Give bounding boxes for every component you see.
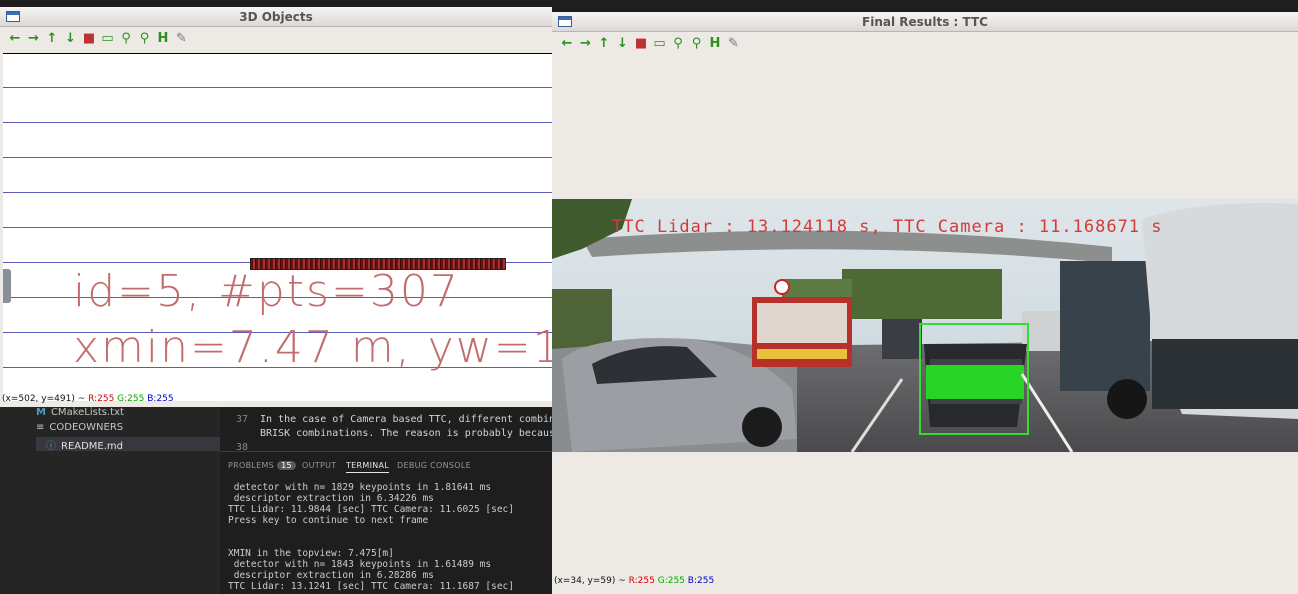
terminal-line: TTC Lidar: 11.9844 [sec] TTC Camera: 11.…: [228, 504, 514, 515]
object-xmin-label: xmin=7.47 m, yw=1.: [73, 322, 552, 373]
side-handle[interactable]: [3, 269, 11, 303]
terminal-output[interactable]: detector with n= 1829 keypoints in 1.816…: [228, 482, 514, 592]
arrow-right-icon[interactable]: →: [579, 37, 593, 51]
topview-plot[interactable]: id=5, #pts=307 xmin=7.47 m, yw=1.: [3, 53, 552, 401]
arrow-down-icon[interactable]: ↓: [616, 37, 630, 51]
arrow-up-icon[interactable]: ↑: [597, 37, 611, 51]
info-icon: ⓘ: [46, 441, 56, 452]
file-codeowners[interactable]: ≡ CODEOWNERS: [36, 422, 123, 433]
terminal-line: TTC Lidar: 13.1241 [sec] TTC Camera: 11.…: [228, 581, 514, 592]
terminal-line: XMIN in the topview: 7.475[m]: [228, 548, 394, 559]
terminal-line: descriptor extraction in 6.34226 ms: [228, 493, 434, 504]
bottom-panel: PROBLEMS 15 OUTPUT TERMINAL DEBUG CONSOLE…: [220, 451, 552, 594]
tab-debug-console[interactable]: DEBUG CONSOLE: [397, 461, 471, 470]
save-image-icon[interactable]: ■: [82, 32, 96, 46]
file-cmakelists[interactable]: M CMakeLists.txt: [36, 407, 124, 418]
properties-icon[interactable]: ▭: [101, 32, 115, 46]
terminal-line: detector with n= 1843 keypoints in 1.614…: [228, 559, 492, 570]
zoom-in-icon[interactable]: ⚲: [119, 32, 133, 46]
file-name: CODEOWNERS: [49, 422, 124, 433]
object-id-label: id=5, #pts=307: [73, 266, 460, 317]
arrow-right-icon[interactable]: →: [27, 32, 41, 46]
file-name: README.md: [61, 441, 124, 452]
editor-line: BRISK combinations. The reason is probab…: [260, 428, 552, 439]
tab-terminal[interactable]: TERMINAL: [346, 461, 390, 473]
toolbar: ← → ↑ ↓ ■ ▭ ⚲ ⚲ H ✎: [552, 33, 1298, 57]
properties-icon[interactable]: ▭: [653, 37, 667, 51]
file-name: CMakeLists.txt: [50, 407, 124, 418]
text-file-icon: ≡: [36, 422, 45, 433]
settings-icon[interactable]: ✎: [727, 37, 741, 51]
grid-line: [3, 157, 552, 158]
ttc-overlay-text: TTC Lidar : 13.124118 s, TTC Camera : 11…: [612, 217, 1163, 237]
arrow-left-icon[interactable]: ←: [8, 32, 22, 46]
window-3d-objects: 3D Objects ← → ↑ ↓ ■ ▭ ⚲ ⚲ H ✎ id=5, #pts=307 xmi…: [0, 7, 552, 407]
camera-frame-image[interactable]: TTC Lidar : 13.124118 s, TTC Camera : 11…: [552, 199, 1298, 452]
grid-line: [3, 192, 552, 193]
tab-problems[interactable]: PROBLEMS 15: [228, 461, 296, 470]
settings-icon[interactable]: ✎: [175, 32, 189, 46]
title-bar[interactable]: 3D Objects: [0, 7, 552, 27]
problems-count-badge: 15: [277, 461, 296, 470]
explorer-sidebar: M CMakeLists.txt ≡ CODEOWNERS ⓘ README.md: [0, 399, 220, 594]
window-final-results: Final Results : TTC ← → ↑ ↓ ■ ▭ ⚲ ⚲ H ✎: [552, 12, 1298, 594]
editor-line: 38: [235, 442, 248, 451]
zoom-out-icon[interactable]: ⚲: [138, 32, 152, 46]
arrow-down-icon[interactable]: ↓: [64, 32, 78, 46]
terminal-line: descriptor extraction in 6.28286 ms: [228, 570, 434, 581]
window-title: 3D Objects: [239, 10, 313, 24]
save-image-icon[interactable]: ■: [634, 37, 648, 51]
file-readme[interactable]: ⓘ README.md: [36, 437, 220, 452]
title-bar[interactable]: Final Results : TTC: [552, 12, 1298, 32]
arrow-left-icon[interactable]: ←: [560, 37, 574, 51]
terminal-line: Press key to continue to next frame: [228, 515, 429, 526]
toolbar: ← → ↑ ↓ ■ ▭ ⚲ ⚲ H ✎: [0, 28, 552, 52]
grid-line: [3, 227, 552, 228]
cmake-file-icon: M: [36, 407, 46, 418]
status-bar: (x=34, y=59) ~ R:255 G:255 B:255: [554, 576, 715, 586]
arrow-up-icon[interactable]: ↑: [45, 32, 59, 46]
save-icon[interactable]: H: [156, 32, 170, 46]
zoom-out-icon[interactable]: ⚲: [690, 37, 704, 51]
grid-line: [3, 122, 552, 123]
editor-line: 37 In the case of Camera based TTC, diffe…: [235, 414, 552, 425]
vscode-window: M CMakeLists.txt ≡ CODEOWNERS ⓘ README.md 3…: [0, 399, 552, 594]
tab-output[interactable]: OUTPUT: [302, 461, 336, 470]
save-icon[interactable]: H: [708, 37, 722, 51]
zoom-in-icon[interactable]: ⚲: [671, 37, 685, 51]
status-bar: (x=502, y=491) ~ R:255 G:255 B:255: [2, 394, 174, 404]
window-title: Final Results : TTC: [862, 15, 988, 29]
grid-line: [3, 87, 552, 88]
terminal-line: detector with n= 1829 keypoints in 1.816…: [228, 482, 492, 493]
